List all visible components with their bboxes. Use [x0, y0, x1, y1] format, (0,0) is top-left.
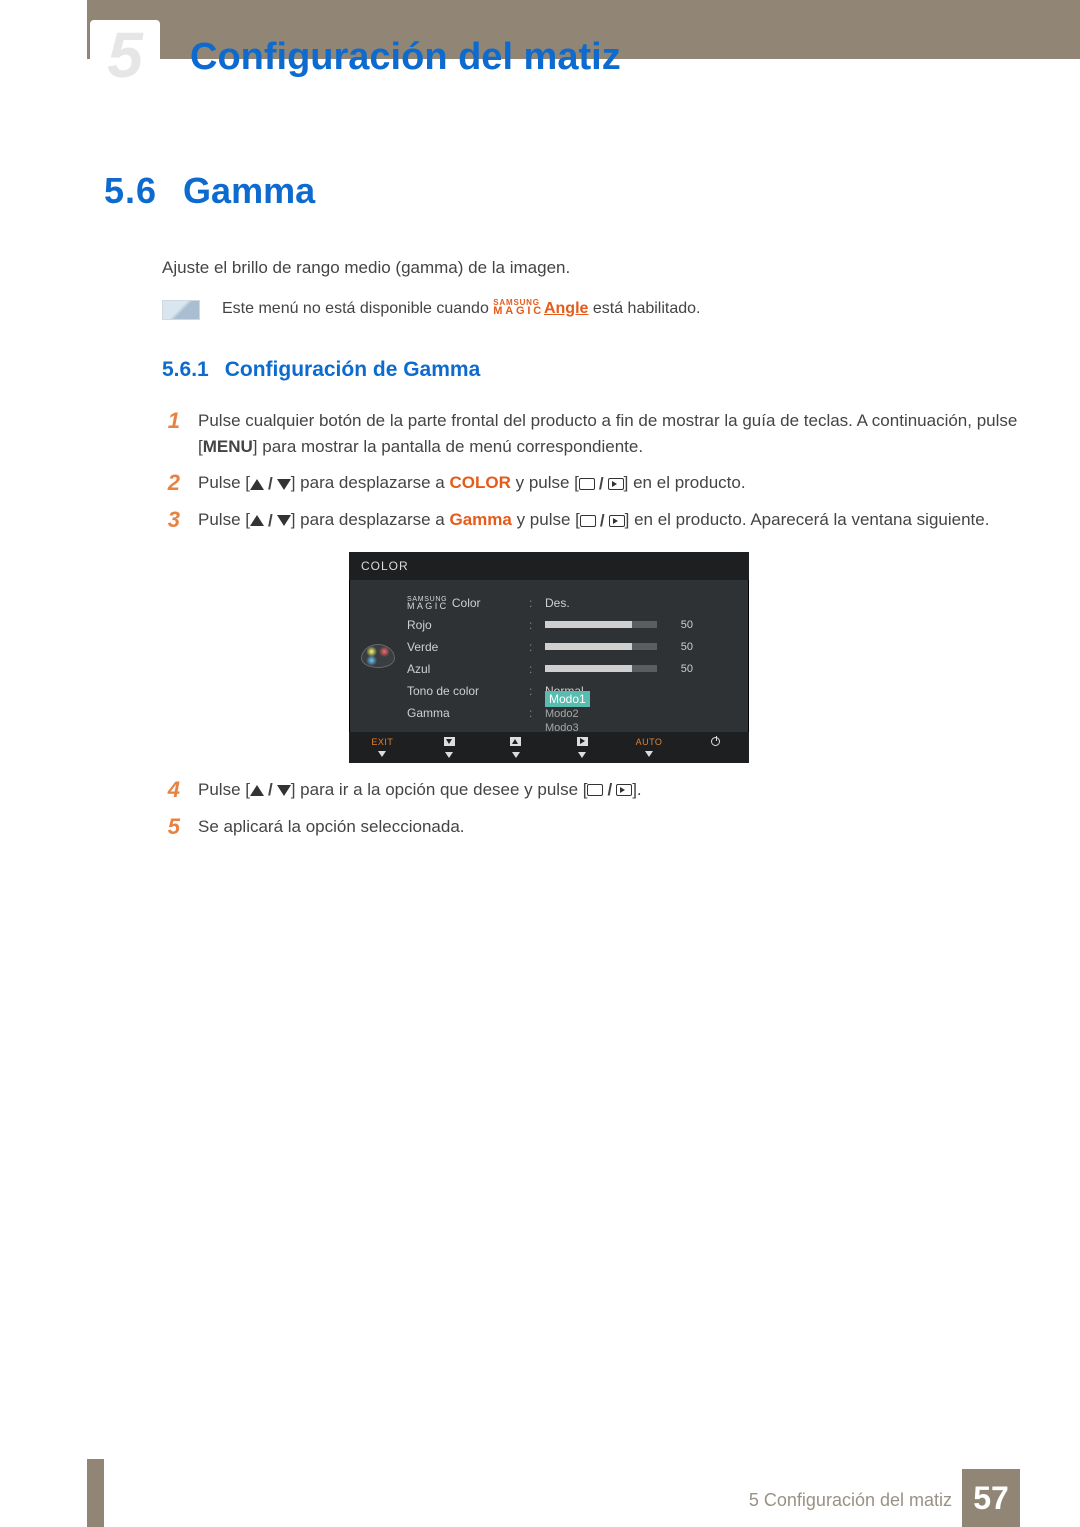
chapter-number-badge: 5 [90, 20, 160, 90]
intro-paragraph: Ajuste el brillo de rango medio (gamma) … [162, 256, 1020, 280]
osd-row-rojo: Rojo: 50 [407, 614, 737, 636]
footer-chapter-label: 5 Configuración del matiz [749, 1490, 952, 1511]
enter-icon [609, 515, 625, 527]
osd-footer: EXIT AUTO [349, 732, 749, 763]
enter-icon [616, 784, 632, 796]
box-icon [587, 784, 603, 796]
triangle-up-icon [250, 479, 264, 490]
step-4: 4 Pulse [/] para ir a la opción que dese… [162, 777, 1020, 804]
power-icon [711, 737, 720, 746]
osd-row-verde: Verde: 50 [407, 636, 737, 658]
box-icon [580, 515, 596, 527]
osd-row-azul: Azul: 50 [407, 658, 737, 680]
triangle-down-icon [277, 515, 291, 526]
step-3: 3 Pulse [/] para desplazarse a Gamma y p… [162, 507, 1020, 534]
triangle-down-icon [277, 785, 291, 796]
step-5: 5 Se aplicará la opción seleccionada. [162, 814, 1020, 840]
note-icon [162, 300, 200, 320]
palette-icon [361, 644, 395, 668]
triangle-down-icon [277, 479, 291, 490]
osd-screenshot: COLOR SAMSUNGMAGIC Color : Des. Rojo: 50… [349, 552, 749, 763]
triangle-up-icon [250, 515, 264, 526]
subsection-title: Configuración de Gamma [225, 358, 481, 382]
page-footer: 5 Configuración del matiz 57 [0, 1469, 1080, 1527]
section-number: 5.6 [104, 170, 157, 212]
step-1: 1 Pulse cualquier botón de la parte fron… [162, 408, 1020, 461]
osd-row-magic-color: SAMSUNGMAGIC Color : Des. [407, 592, 737, 614]
left-margin-rail [0, 0, 104, 1527]
section-title: Gamma [183, 170, 315, 212]
osd-title: COLOR [349, 552, 749, 580]
triangle-up-icon [250, 785, 264, 796]
enter-icon [608, 478, 624, 490]
note-text: Este menú no está disponible cuando SAMS… [222, 300, 701, 318]
page-number: 57 [962, 1469, 1020, 1527]
step-2: 2 Pulse [/] para desplazarse a COLOR y p… [162, 470, 1020, 497]
osd-row-gamma: Gamma: Modo1 Modo2 Modo3 [407, 702, 737, 724]
chapter-title: Configuración del matiz [190, 36, 621, 79]
subsection-number: 5.6.1 [162, 358, 209, 382]
box-icon [579, 478, 595, 490]
note-row: Este menú no está disponible cuando SAMS… [162, 300, 1020, 320]
